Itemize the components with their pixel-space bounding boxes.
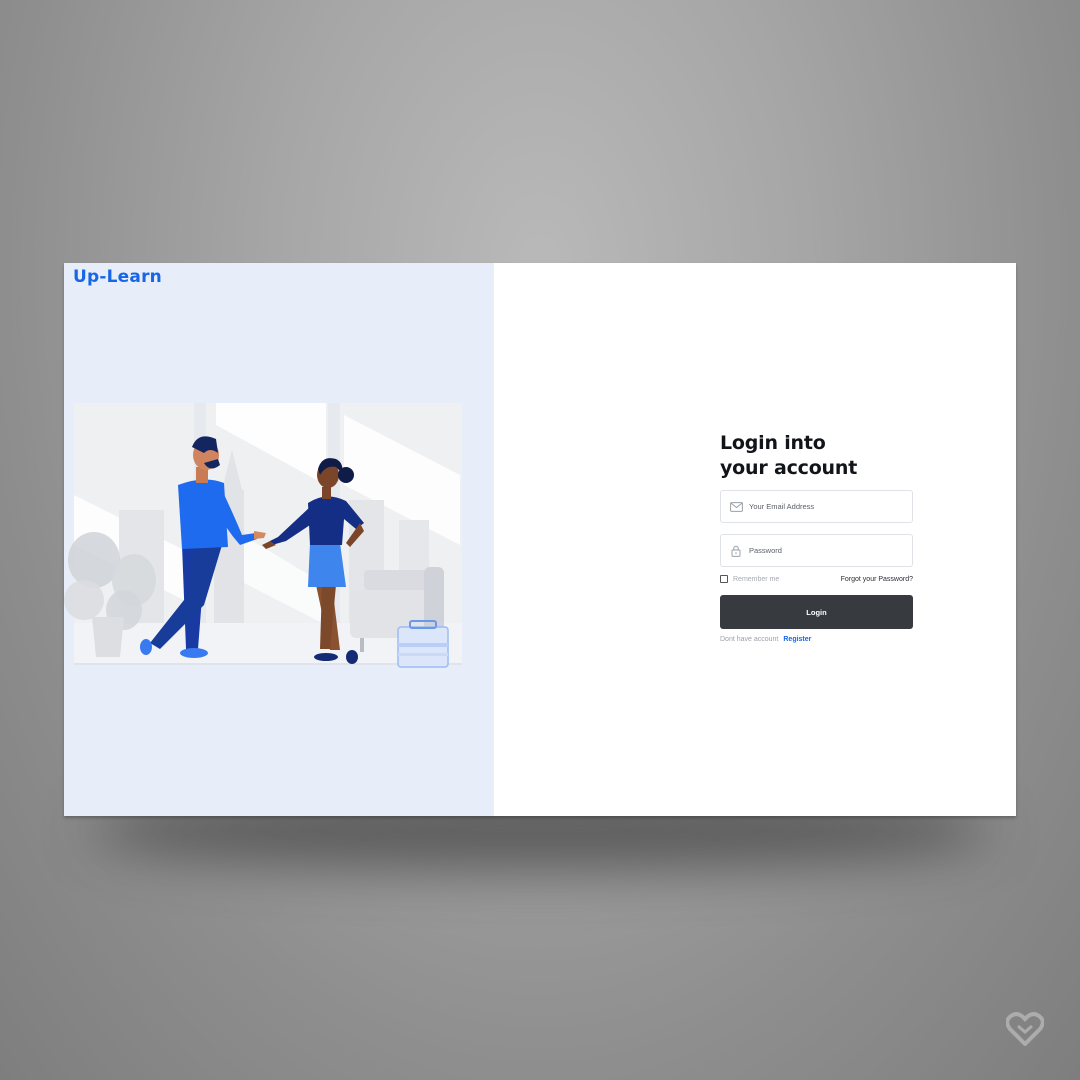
remember-me-label: Remember me <box>733 575 780 583</box>
remember-me[interactable]: Remember me <box>720 575 779 583</box>
register-link[interactable]: Register <box>783 636 811 643</box>
login-button[interactable]: Login <box>720 595 913 629</box>
forgot-password-link[interactable]: Forgot your Password? <box>841 576 913 583</box>
login-form: Login into your account Remember me <box>720 431 913 643</box>
login-heading-line-2: your account <box>720 457 858 479</box>
lock-icon <box>729 544 743 558</box>
briefcase <box>397 620 449 668</box>
email-field[interactable] <box>720 490 913 523</box>
register-row: Dont have account Register <box>720 636 913 643</box>
office-conversation-illustration <box>64 403 462 668</box>
email-input[interactable] <box>749 502 899 511</box>
login-panel: Login into your account Remember me <box>494 263 1016 816</box>
login-heading: Login into your account <box>720 431 913 481</box>
heart-logo-icon <box>1006 1012 1044 1046</box>
remember-me-checkbox[interactable] <box>720 575 728 583</box>
app-window: Up-Learn Login into your account Your Em… <box>64 263 1016 816</box>
password-input[interactable] <box>749 546 899 555</box>
register-prompt: Dont have account <box>720 636 779 643</box>
password-field[interactable] <box>720 534 913 567</box>
login-heading-line-1: Login into <box>720 432 826 454</box>
hero-panel: Up-Learn <box>64 263 494 816</box>
mail-icon <box>729 500 743 514</box>
login-options-row: Remember me Forgot your Password? <box>720 573 913 585</box>
brand-logo[interactable]: Up-Learn <box>73 267 162 287</box>
